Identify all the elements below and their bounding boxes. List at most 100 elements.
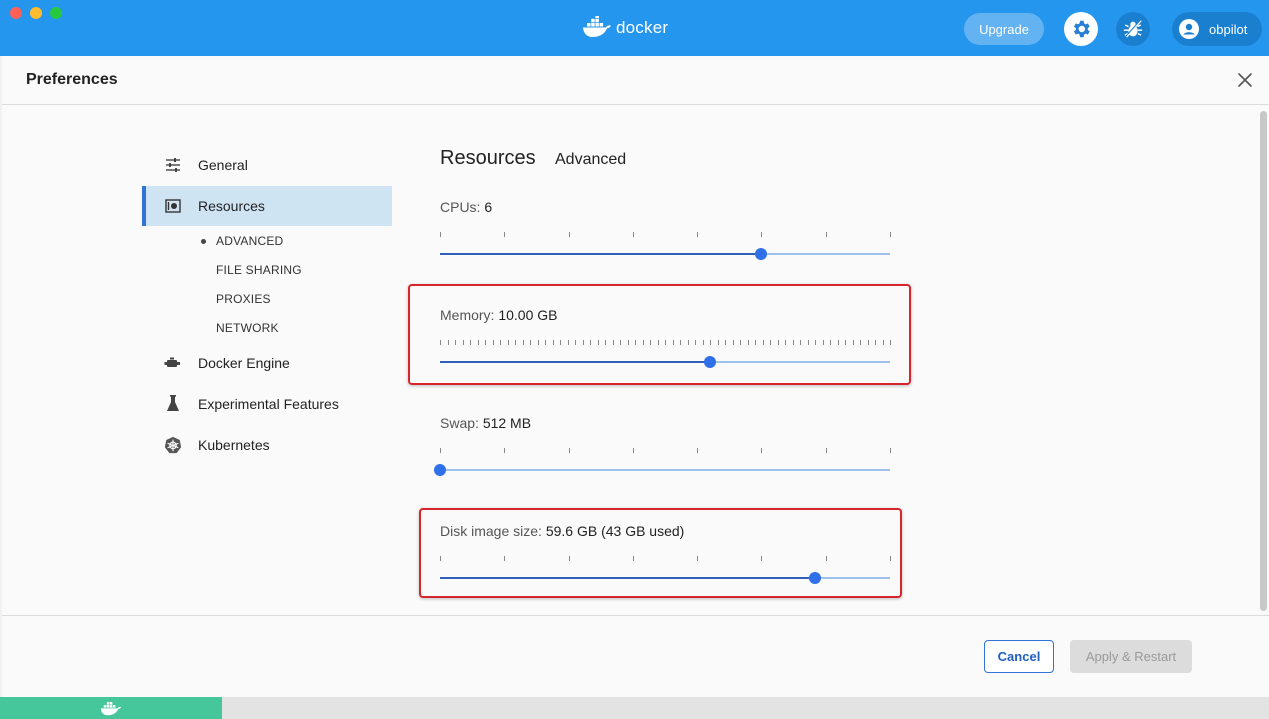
- upgrade-button[interactable]: Upgrade: [964, 13, 1044, 45]
- window-close-control[interactable]: [10, 7, 22, 19]
- slider-tick: [440, 556, 441, 561]
- sidebar-item-label: General: [198, 157, 248, 173]
- scrollbar[interactable]: [1258, 105, 1269, 615]
- docker-whale-icon: [100, 702, 122, 716]
- cpus-slider[interactable]: [440, 244, 892, 264]
- slider-tick: [598, 340, 599, 345]
- slider-tick: [890, 448, 891, 453]
- title-bar: docker Upgrade obpilot: [0, 0, 1269, 56]
- settings-button[interactable]: [1064, 12, 1098, 46]
- dialog-footer: Cancel Apply & Restart: [2, 615, 1269, 697]
- swap-label: Swap: 512 MB: [440, 415, 531, 431]
- sidebar-item-label: Kubernetes: [198, 437, 270, 453]
- slider-tick: [553, 340, 554, 345]
- slider-thumb[interactable]: [809, 572, 821, 584]
- slider-tick: [485, 340, 486, 345]
- sidebar-sub-item-file-sharing[interactable]: FILE SHARING: [216, 263, 302, 277]
- cpus-value: 6: [484, 199, 493, 215]
- slider-tick: [748, 340, 749, 345]
- slider-tick: [860, 340, 861, 345]
- sidebar-sub-item-network[interactable]: NETWORK: [216, 321, 279, 335]
- slider-tick: [455, 340, 456, 345]
- slider-tick: [493, 340, 494, 345]
- cancel-button[interactable]: Cancel: [984, 640, 1054, 673]
- engine-icon: [164, 354, 182, 372]
- slider-tick: [628, 340, 629, 345]
- slider-tick: [463, 340, 464, 345]
- slider-tick: [523, 340, 524, 345]
- swap-slider[interactable]: [434, 460, 892, 480]
- slider-tick: [868, 340, 869, 345]
- slider-tick: [808, 340, 809, 345]
- slider-tick: [763, 340, 764, 345]
- slider-tick: [440, 448, 441, 453]
- slider-tick: [470, 340, 471, 345]
- slider-tick: [815, 340, 816, 345]
- slider-tick: [560, 340, 561, 345]
- slider-tick: [853, 340, 854, 345]
- slider-tick: [755, 340, 756, 345]
- apply-restart-button[interactable]: Apply & Restart: [1070, 640, 1192, 673]
- slider-thumb[interactable]: [434, 464, 446, 476]
- slider-thumb[interactable]: [755, 248, 767, 260]
- slider-tick: [665, 340, 666, 345]
- bug-icon: [1123, 20, 1143, 38]
- slider-thumb[interactable]: [704, 356, 716, 368]
- sidebar-item-experimental-features[interactable]: Experimental Features: [142, 384, 392, 424]
- slider-tick: [703, 340, 704, 345]
- swap-value: 512 MB: [482, 415, 532, 431]
- engine-status-indicator: [0, 697, 222, 719]
- slider-tick: [830, 340, 831, 345]
- sliders-icon: [164, 156, 182, 174]
- memory-label-text: Memory:: [440, 307, 495, 323]
- slider-tick: [590, 340, 591, 345]
- sidebar-item-docker-engine[interactable]: Docker Engine: [142, 343, 392, 383]
- slider-tick: [697, 556, 698, 561]
- memory-slider[interactable]: [440, 352, 892, 372]
- disk-slider[interactable]: [440, 568, 892, 588]
- slider-tick: [838, 340, 839, 345]
- sidebar-item-label: Docker Engine: [198, 355, 290, 371]
- slider-tick: [440, 340, 441, 345]
- sidebar-sub-item-advanced[interactable]: ADVANCED: [216, 234, 283, 248]
- slider-fill: [440, 253, 761, 255]
- slider-tick: [826, 556, 827, 561]
- slider-tick: [635, 340, 636, 345]
- slider-tick: [569, 448, 570, 453]
- slider-fill: [440, 577, 815, 579]
- slider-tick: [793, 340, 794, 345]
- user-name: obpilot: [1209, 21, 1248, 37]
- memory-value: 10.00 GB: [498, 307, 558, 323]
- slider-tick: [545, 340, 546, 345]
- sidebar-item-kubernetes[interactable]: Kubernetes: [142, 425, 392, 465]
- account-button[interactable]: obpilot: [1172, 12, 1262, 46]
- slider-tick: [569, 556, 570, 561]
- slider-tick: [826, 232, 827, 237]
- user-avatar-icon: [1179, 19, 1199, 39]
- slider-track: [440, 469, 890, 471]
- disk-ticks: [440, 556, 892, 562]
- slider-tick: [826, 448, 827, 453]
- status-bar: [0, 697, 1269, 719]
- sidebar-item-resources[interactable]: Resources: [142, 186, 392, 226]
- window-zoom-control[interactable]: [50, 7, 62, 19]
- slider-tick: [583, 340, 584, 345]
- disk-label-text: Disk image size:: [440, 523, 542, 539]
- slider-tick: [530, 340, 531, 345]
- slider-tick: [823, 340, 824, 345]
- slider-tick: [761, 232, 762, 237]
- slider-tick: [733, 340, 734, 345]
- sidebar-sub-item-proxies[interactable]: PROXIES: [216, 292, 271, 306]
- slider-tick: [875, 340, 876, 345]
- slider-tick: [688, 340, 689, 345]
- slider-tick: [620, 340, 621, 345]
- page-title: Resources: [440, 147, 536, 169]
- sidebar-item-general[interactable]: General: [142, 145, 392, 185]
- close-icon[interactable]: [1236, 71, 1254, 89]
- slider-tick: [508, 340, 509, 345]
- troubleshoot-button[interactable]: [1116, 12, 1150, 46]
- scrollbar-thumb[interactable]: [1260, 111, 1267, 611]
- window-minimize-control[interactable]: [30, 7, 42, 19]
- docker-logo: docker: [582, 16, 668, 38]
- slider-tick: [890, 340, 891, 345]
